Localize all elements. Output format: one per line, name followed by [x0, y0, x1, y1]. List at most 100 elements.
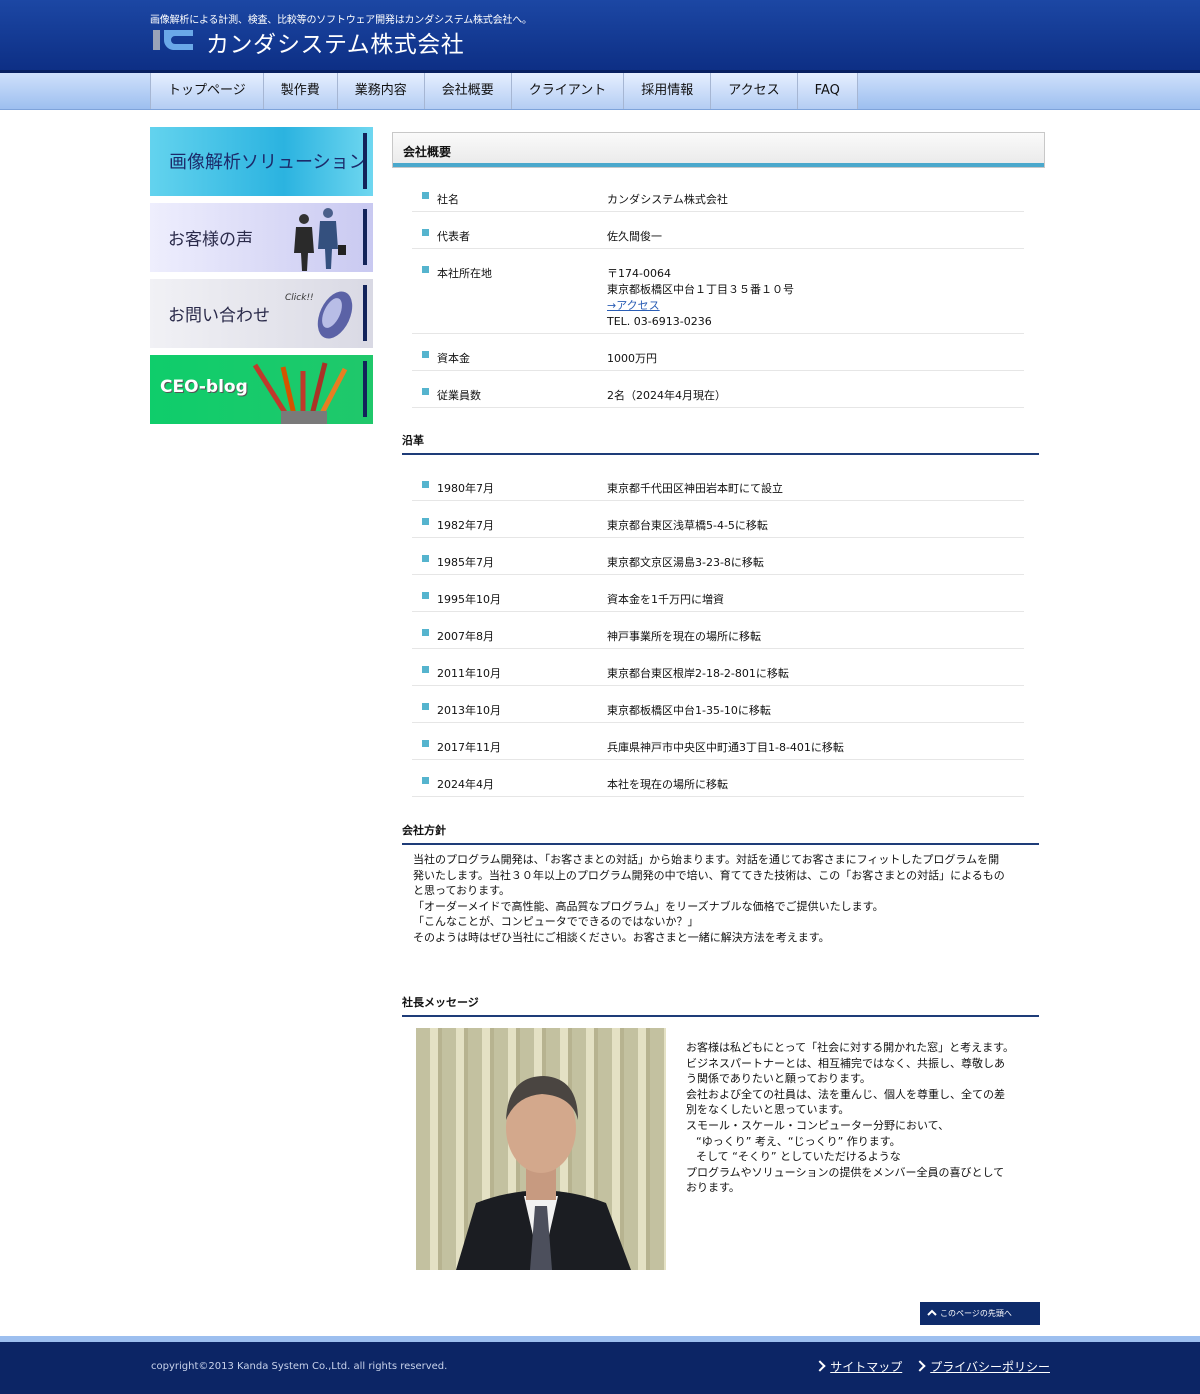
- footer-link-sitemap-label: サイトマップ: [830, 1360, 903, 1374]
- profile-row-name: 社名 カンダシステム株式会社: [412, 175, 1024, 212]
- bullet-square-icon: [422, 266, 429, 273]
- nav-item-company[interactable]: 会社概要: [424, 73, 512, 109]
- ceo-message-line: お客様は私どもにとって「社会に対する開かれた窓」と考えます。: [686, 1041, 1015, 1054]
- profile-value: 2名（2024年4月現在）: [607, 389, 726, 402]
- banner-bar: [363, 361, 367, 417]
- nav-item-clients[interactable]: クライアント: [511, 73, 625, 109]
- banner-customer-voice[interactable]: お客様の声: [150, 203, 373, 272]
- bullet-square-icon: [422, 629, 429, 636]
- history-event: 神戸事業所を現在の場所に移転: [607, 630, 761, 643]
- policy-line: と思っております。: [413, 884, 511, 897]
- history-row: 1982年7月 東京都台東区浅草橋5-4-5に移転: [412, 501, 1024, 538]
- history-row: 2011年10月 東京都台東区根岸2-18-2-801に移転: [412, 649, 1024, 686]
- footer-link-privacy[interactable]: プライバシーポリシー: [914, 1358, 1050, 1375]
- history-date: 1985年7月: [437, 556, 494, 569]
- history-date: 1982年7月: [437, 519, 494, 532]
- bullet-square-icon: [422, 518, 429, 525]
- profile-value: 佐久間俊一: [607, 230, 662, 243]
- bullet-square-icon: [422, 592, 429, 599]
- ceo-message-line: 会社および全ての社員は、法を重んじ、個人を尊重し、全ての差: [686, 1087, 1005, 1101]
- bullet-square-icon: [422, 192, 429, 199]
- history-date: 2017年11月: [437, 741, 501, 754]
- bullet-square-icon: [422, 740, 429, 747]
- profile-row-capital: 資本金 1000万円: [412, 334, 1024, 371]
- chevron-up-icon: [927, 1309, 937, 1316]
- bullet-square-icon: [422, 777, 429, 784]
- history-event: 東京都台東区浅草橋5-4-5に移転: [607, 519, 768, 532]
- profile-label: 本社所在地: [437, 267, 492, 280]
- ceo-message-line: ビジネスパートナーとは、相互補完ではなく、共振し、尊敬しあ: [686, 1056, 1005, 1070]
- profile-label: 従業員数: [437, 389, 481, 402]
- history-event: 東京都板橋区中台1-35-10に移転: [607, 704, 771, 717]
- copyright: copyright©2013 Kanda System Co.,Ltd. all…: [151, 1361, 448, 1372]
- banner-ceo-blog[interactable]: CEO-blog: [150, 355, 373, 424]
- header-tagline: 画像解析による計測、検査、比較等のソフトウェア開発はカンダシステム株式会社へ。: [150, 15, 532, 26]
- ceo-message-line: おります。: [686, 1181, 740, 1195]
- mouse-icon: [317, 291, 353, 339]
- history-row: 2007年8月 神戸事業所を現在の場所に移転: [412, 612, 1024, 649]
- bullet-square-icon: [422, 388, 429, 395]
- title-stripe: [393, 163, 1044, 167]
- footer-link-privacy-label: プライバシーポリシー: [930, 1360, 1050, 1374]
- section-heading-history: 沿革: [402, 432, 1039, 455]
- banner-image-analysis[interactable]: 画像解析ソリューション: [150, 127, 373, 196]
- logo-mark-icon: [153, 30, 193, 50]
- company-name: カンダシステム株式会社: [206, 32, 465, 58]
- bullet-square-icon: [422, 666, 429, 673]
- policy-line: 「オーダーメイドで高性能、高品質なプログラム」をリーズナブルな価格でご提供いたし…: [413, 899, 884, 913]
- ceo-portrait-image: [456, 1076, 631, 1270]
- banner-bar: [363, 285, 367, 341]
- profile-row-address: 本社所在地 〒174-0064 東京都板橋区中台１丁目３５番１０号 →アクセス …: [412, 249, 1024, 334]
- site-footer: copyright©2013 Kanda System Co.,Ltd. all…: [0, 1336, 1200, 1394]
- nav-item-recruit[interactable]: 採用情報: [624, 73, 712, 109]
- history-date: 2011年10月: [437, 667, 501, 680]
- access-link[interactable]: →アクセス: [607, 299, 660, 312]
- banner-bar: [363, 133, 367, 189]
- ceo-message-line: う関係でありたいと願っております。: [686, 1072, 871, 1086]
- ceo-photo: [416, 1028, 666, 1270]
- policy-line: そのようは時はぜひ当社にご相談ください。お客さまと一緒に解決方法を考えます。: [413, 930, 830, 944]
- profile-row-ceo: 代表者 佐久間俊一: [412, 212, 1024, 249]
- history-event: 東京都文京区湯島3-23-8に移転: [607, 556, 764, 569]
- section-heading-policy: 会社方針: [402, 822, 1039, 845]
- profile-address-block: 〒174-0064 東京都板橋区中台１丁目３５番１０号 →アクセス TEL. 0…: [607, 266, 794, 330]
- back-to-top-button[interactable]: このページの先頭へ: [920, 1302, 1040, 1325]
- bullet-square-icon: [422, 351, 429, 358]
- policy-text: 当社のプログラム開発は、「お客さまとの対話」から始まります。対話を通じてお客さま…: [413, 852, 1018, 945]
- policy-line: 「こんなことが、コンピュータでできるのではないか？」: [413, 915, 699, 928]
- section-heading-ceo-message: 社長メッセージ: [402, 994, 1039, 1017]
- nav-item-access[interactable]: アクセス: [711, 73, 798, 109]
- profile-value: カンダシステム株式会社: [607, 193, 728, 206]
- history-event: 兵庫県神戸市中央区中町通3丁目1-8-401に移転: [607, 741, 844, 754]
- businessmen-icon: [294, 208, 346, 271]
- banner-contact[interactable]: お問い合わせ Click!!: [150, 279, 373, 348]
- bullet-square-icon: [422, 555, 429, 562]
- history-date: 1980年7月: [437, 482, 494, 495]
- nav-item-services[interactable]: 業務内容: [337, 73, 425, 109]
- chevron-right-icon: [814, 1360, 826, 1372]
- pencils-icon: [252, 362, 348, 424]
- global-nav-bar: トップページ 製作費 業務内容 会社概要 クライアント 採用情報 アクセス FA…: [0, 73, 1200, 110]
- history-date: 2024年4月: [437, 778, 494, 791]
- nav-item-pricing[interactable]: 製作費: [263, 73, 338, 109]
- banner-contact-label: お問い合わせ: [168, 306, 270, 326]
- history-event: 資本金を1千万円に増資: [607, 593, 724, 606]
- banner-image-analysis-label: 画像解析ソリューション: [169, 152, 367, 173]
- history-row: 1985年7月 東京都文京区湯島3-23-8に移転: [412, 538, 1024, 575]
- history-event: 本社を現在の場所に移転: [607, 778, 728, 791]
- bullet-square-icon: [422, 229, 429, 236]
- nav-item-faq[interactable]: FAQ: [797, 73, 858, 109]
- chevron-right-icon: [914, 1360, 926, 1372]
- history-date: 2013年10月: [437, 704, 501, 717]
- history-row: 2013年10月 東京都板橋区中台1-35-10に移転: [412, 686, 1024, 723]
- history-event: 東京都千代田区神田岩本町にて設立: [607, 482, 783, 495]
- back-to-top-label: このページの先頭へ: [940, 1309, 1012, 1318]
- profile-row-employees: 従業員数 2名（2024年4月現在）: [412, 371, 1024, 408]
- nav-item-top[interactable]: トップページ: [151, 73, 264, 109]
- banner-ceo-blog-label: CEO-blog: [160, 377, 248, 397]
- policy-line: 当社のプログラム開発は、「お客さまとの対話」から始まります。対話を通じてお客さま…: [413, 853, 1000, 866]
- footer-link-sitemap[interactable]: サイトマップ: [814, 1358, 903, 1375]
- ceo-message-line: プログラムやソリューションの提供をメンバー全員の喜びとして: [686, 1165, 1005, 1179]
- history-date: 2007年8月: [437, 630, 494, 643]
- history-date: 1995年10月: [437, 593, 501, 606]
